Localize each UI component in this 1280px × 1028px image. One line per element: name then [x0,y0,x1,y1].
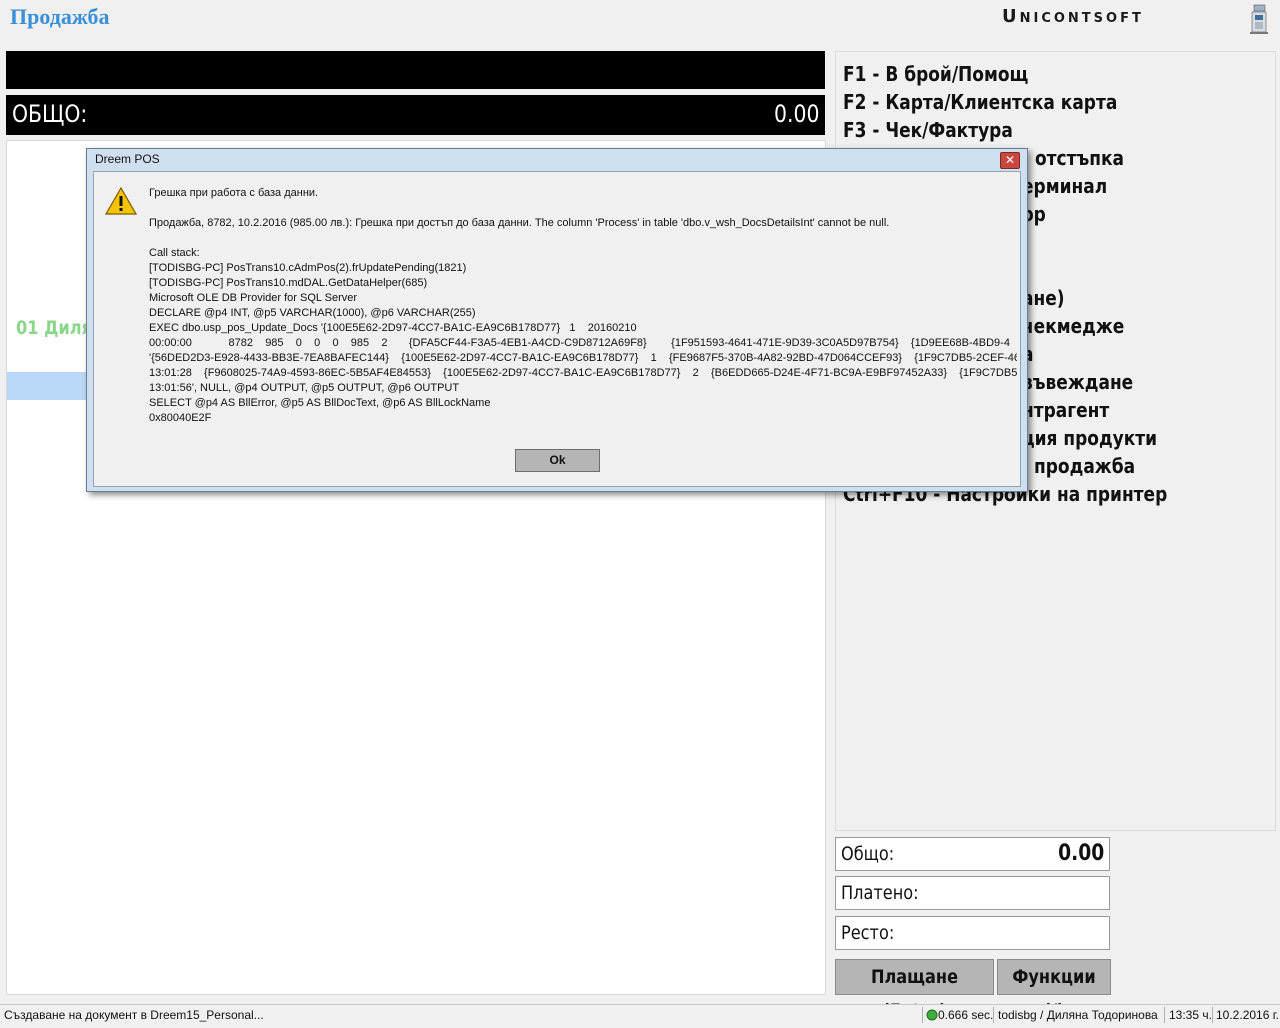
message-line: SELECT @p4 AS BllError, @p5 AS BllDocTex… [149,397,491,409]
customer-display [6,51,825,89]
pay-button[interactable]: Плащане (Enter) [835,959,994,1022]
message-line: 13:01:56', NULL, @p4 OUTPUT, @p5 OUTPUT,… [149,382,460,394]
message-line: Продажба, 8782, 10.2.2016 (985.00 лв.): … [149,217,890,229]
selected-item-row[interactable] [7,372,87,400]
status-message: Създаване на документ в Dreem15_Personal… [4,1008,264,1022]
paid-field[interactable]: Платено: [835,876,1110,910]
window-title: Продажба [10,4,110,29]
message-line: [TODISBG-PC] PosTrans10.cAdmPos(2).frUpd… [149,262,467,274]
brand-logo: Unicontsoft [1002,6,1144,27]
key-f4[interactable]: отстъпка [1035,146,1124,170]
message-line: EXEC dbo.usp_pos_Update_Docs '{100E5E62-… [149,322,637,334]
total-bar: ОБЩО: 0.00 [6,95,825,135]
message-line: 13:01:28 {F9608025-74A9-4593-86EC-5B5AF4… [149,367,1017,379]
message-line: Грешка при работа с база данни. [149,187,319,199]
operator-label: 01 Диля [16,317,92,339]
key-f3[interactable]: F3 - Чек/Фактура [843,118,1013,142]
status-date: 10.2.2016 г. [1216,1008,1279,1022]
message-line: Call stack: [149,247,200,259]
message-line: [TODISBG-PC] PosTrans10.mdDAL.GetDataHel… [149,277,428,289]
key-products[interactable]: ция продукти [1022,426,1157,450]
key-f2[interactable]: F2 - Карта/Клиентска карта [843,90,1117,114]
key-f5[interactable]: ерминал [1022,174,1107,198]
connection-status-icon [926,1009,938,1021]
summary-total-box: Общо: 0.00 [835,837,1110,871]
message-line: 0x80040E2F [149,412,212,424]
functions-button[interactable]: Функции (/) [997,959,1111,1022]
error-message: Грешка при работа с база данни. Продажба… [149,186,1017,426]
summary-total-label: Общо: [841,843,895,865]
message-line: DECLARE @p4 INT, @p5 VARCHAR(1000), @p6 … [149,307,476,319]
key-f12[interactable]: въвеждане [1022,370,1133,394]
ok-button-label: Ok [549,453,566,467]
close-icon: ✕ [1004,153,1016,167]
ok-button[interactable]: Ok [515,449,600,472]
change-field: Ресто: [835,916,1110,950]
status-user: todisbg / Диляна Тодоринова [998,1008,1158,1022]
message-line [149,231,1017,246]
close-button[interactable]: ✕ [1000,152,1020,169]
total-label: ОБЩО: [12,100,88,128]
message-line [149,201,1017,216]
key-contractor[interactable]: нтрагент [1022,398,1109,422]
status-time: 13:35 ч. [1169,1008,1212,1022]
dialog-title: Dreem POS [95,152,160,166]
message-line: 00:00:00 8782 985 0 0 0 985 2 {DFA5CF44-… [149,337,1010,349]
pos-terminal-icon [1250,4,1268,34]
summary-total-value: 0.00 [1057,841,1104,866]
message-line: '{56DED2D3-E928-4433-BB3E-7EA8BAFEC144} … [149,352,1017,364]
message-line: Microsoft OLE DB Provider for SQL Server [149,292,358,304]
status-bar: Създаване на документ в Dreem15_Personal… [0,1004,1280,1025]
change-label: Ресто: [841,922,895,944]
paid-label: Платено: [841,882,919,904]
warning-icon [105,186,137,215]
key-f1[interactable]: F1 - В брой/Помощ [843,62,1028,86]
key-f10[interactable]: чекмедже [1022,314,1124,338]
key-f9[interactable]: ане) [1022,286,1065,310]
key-sale[interactable]: продажба [1034,454,1135,478]
status-timing: 0.666 sec. [938,1008,994,1022]
total-value: 0.00 [773,100,819,128]
dialog-body: Грешка при работа с база данни. Продажба… [93,171,1021,487]
error-dialog: Dreem POS ✕ Грешка при работа с база дан… [86,148,1028,492]
